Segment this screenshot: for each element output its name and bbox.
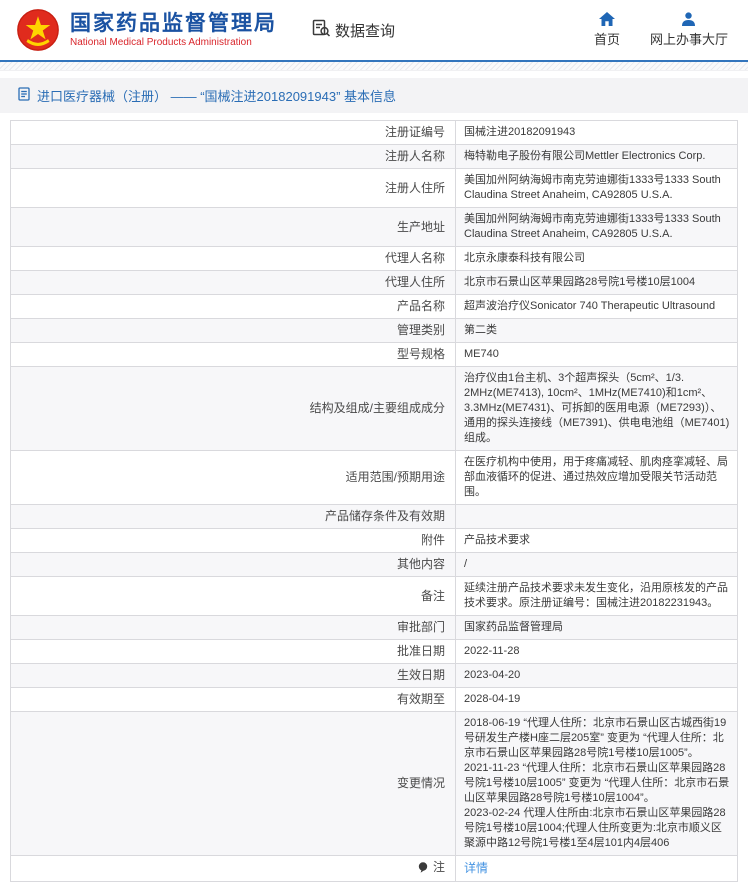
nav-data-query[interactable]: 数据查询	[311, 18, 395, 42]
table-row: 变更情况2018-06-19 “代理人住所：北京市石景山区古城西街19号研发生产…	[11, 712, 738, 856]
row-value: ME740	[456, 343, 738, 367]
row-value: 国械注进20182091943	[456, 121, 738, 145]
person-icon	[681, 12, 696, 27]
table-row: 有效期至2028-04-19	[11, 688, 738, 712]
registration-info-table-wrap: 注册证编号国械注进20182091943注册人名称梅特勒电子股份有限公司Mett…	[10, 120, 738, 882]
nav-service-hall-label: 网上办事大厅	[650, 29, 728, 48]
table-row: 结构及组成/主要组成成分治疗仪由1台主机、3个超声探头（5cm²、1/3. 2M…	[11, 367, 738, 451]
table-row: 注册人住所美国加州阿纳海姆市南克劳迪娜街1333号1333 South Clau…	[11, 169, 738, 208]
row-value: 2018-06-19 “代理人住所：北京市石景山区古城西街19号研发生产楼H座二…	[456, 712, 738, 856]
row-label: 其他内容	[11, 553, 456, 577]
nav-home[interactable]: 首页	[594, 12, 620, 48]
row-value: 第二类	[456, 319, 738, 343]
row-value: 在医疗机构中使用，用于疼痛减轻、肌肉痉挛减轻、局部血液循环的促进、通过热效应增加…	[456, 451, 738, 505]
note-bubble-icon	[418, 862, 428, 877]
row-value: 国家药品监督管理局	[456, 616, 738, 640]
row-value: 延续注册产品技术要求未发生变化，沿用原核发的产品技术要求。原注册证编号：国械注进…	[456, 577, 738, 616]
table-row: 产品名称超声波治疗仪Sonicator 740 Therapeutic Ultr…	[11, 295, 738, 319]
table-row: 审批部门国家药品监督管理局	[11, 616, 738, 640]
row-value: 2023-04-20	[456, 664, 738, 688]
row-label: 适用范围/预期用途	[11, 451, 456, 505]
nav-home-label: 首页	[594, 29, 620, 48]
table-row: 生效日期2023-04-20	[11, 664, 738, 688]
row-label: 生效日期	[11, 664, 456, 688]
row-label: 注册人住所	[11, 169, 456, 208]
breadcrumb-text: 进口医疗器械（注册） —— “国械注进20182091943” 基本信息	[37, 86, 396, 105]
row-label: 生产地址	[11, 208, 456, 247]
row-value: 2022-11-28	[456, 640, 738, 664]
table-row: 注册证编号国械注进20182091943	[11, 121, 738, 145]
row-label: 产品储存条件及有效期	[11, 505, 456, 529]
row-label: 管理类别	[11, 319, 456, 343]
row-value: 美国加州阿纳海姆市南克劳迪娜街1333号1333 South Claudina …	[456, 169, 738, 208]
row-value: 梅特勒电子股份有限公司Mettler Electronics Corp.	[456, 145, 738, 169]
row-value: /	[456, 553, 738, 577]
row-value: 北京市石景山区苹果园路28号院1号楼10层1004	[456, 271, 738, 295]
national-emblem-icon	[16, 8, 60, 52]
row-label: 产品名称	[11, 295, 456, 319]
info-table-body: 注册证编号国械注进20182091943注册人名称梅特勒电子股份有限公司Mett…	[11, 121, 738, 882]
row-value: 治疗仪由1台主机、3个超声探头（5cm²、1/3. 2MHz(ME7413), …	[456, 367, 738, 451]
row-label: 注册证编号	[11, 121, 456, 145]
detail-link[interactable]: 详情	[464, 861, 488, 875]
row-label: 结构及组成/主要组成成分	[11, 367, 456, 451]
data-query-icon	[311, 18, 331, 42]
table-row: 代理人名称北京永康泰科技有限公司	[11, 247, 738, 271]
row-label: 注册人名称	[11, 145, 456, 169]
table-row: 注册人名称梅特勒电子股份有限公司Mettler Electronics Corp…	[11, 145, 738, 169]
agency-subtitle: National Medical Products Administration	[70, 37, 277, 48]
table-row: 备注延续注册产品技术要求未发生变化，沿用原核发的产品技术要求。原注册证编号：国械…	[11, 577, 738, 616]
registration-info-table: 注册证编号国械注进20182091943注册人名称梅特勒电子股份有限公司Mett…	[10, 120, 738, 882]
row-value: 产品技术要求	[456, 529, 738, 553]
row-value: 北京永康泰科技有限公司	[456, 247, 738, 271]
agency-title: 国家药品监督管理局	[70, 12, 277, 36]
table-row: 注详情	[11, 856, 738, 882]
row-value	[456, 505, 738, 529]
document-icon	[18, 87, 30, 104]
table-row: 产品储存条件及有效期	[11, 505, 738, 529]
row-value: 超声波治疗仪Sonicator 740 Therapeutic Ultrasou…	[456, 295, 738, 319]
table-row: 管理类别第二类	[11, 319, 738, 343]
nav-data-query-label: 数据查询	[335, 20, 395, 41]
table-row: 其他内容/	[11, 553, 738, 577]
nav-service-hall[interactable]: 网上办事大厅	[650, 12, 728, 48]
row-label: 附件	[11, 529, 456, 553]
row-label: 注	[11, 856, 456, 882]
site-header: 国家药品监督管理局 National Medical Products Admi…	[0, 0, 748, 60]
row-label: 审批部门	[11, 616, 456, 640]
table-row: 代理人住所北京市石景山区苹果园路28号院1号楼10层1004	[11, 271, 738, 295]
agency-identity: 国家药品监督管理局 National Medical Products Admi…	[70, 12, 277, 48]
row-label: 备注	[11, 577, 456, 616]
table-row: 型号规格ME740	[11, 343, 738, 367]
table-row: 适用范围/预期用途在医疗机构中使用，用于疼痛减轻、肌肉痉挛减轻、局部血液循环的促…	[11, 451, 738, 505]
row-value: 2028-04-19	[456, 688, 738, 712]
header-nav: 首页 网上办事大厅	[594, 12, 734, 48]
row-label: 变更情况	[11, 712, 456, 856]
row-label: 型号规格	[11, 343, 456, 367]
table-row: 批准日期2022-11-28	[11, 640, 738, 664]
row-value: 美国加州阿纳海姆市南克劳迪娜街1333号1333 South Claudina …	[456, 208, 738, 247]
hatch-strip	[0, 62, 748, 71]
breadcrumb: 进口医疗器械（注册） —— “国械注进20182091943” 基本信息	[0, 78, 748, 113]
row-label: 批准日期	[11, 640, 456, 664]
row-label: 代理人住所	[11, 271, 456, 295]
row-value: 详情	[456, 856, 738, 882]
row-label: 有效期至	[11, 688, 456, 712]
row-label: 代理人名称	[11, 247, 456, 271]
home-icon	[599, 12, 615, 27]
table-row: 生产地址美国加州阿纳海姆市南克劳迪娜街1333号1333 South Claud…	[11, 208, 738, 247]
table-row: 附件产品技术要求	[11, 529, 738, 553]
